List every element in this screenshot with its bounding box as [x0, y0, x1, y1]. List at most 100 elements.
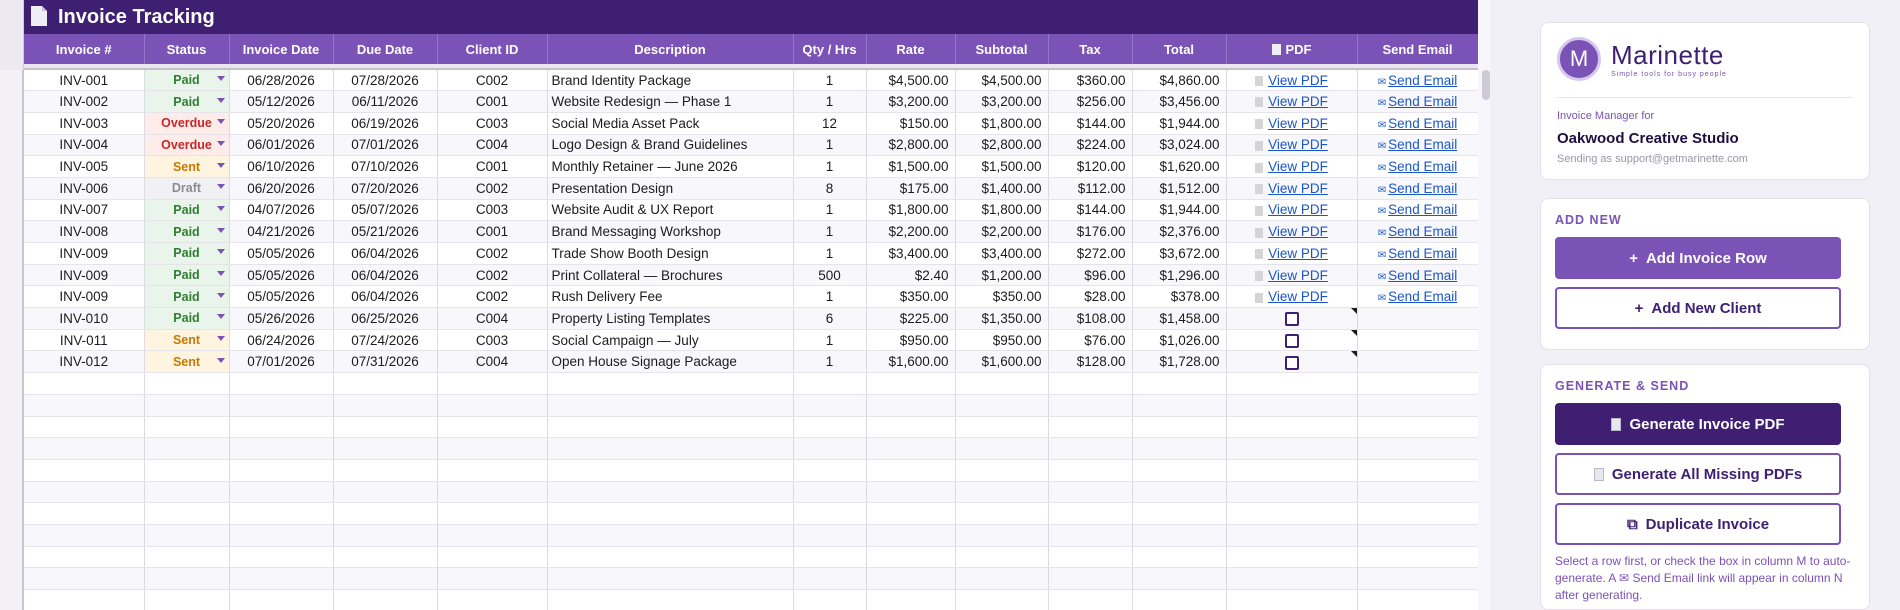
cell-client[interactable]: C004	[437, 307, 548, 330]
empty-cell[interactable]	[144, 372, 230, 395]
column-header[interactable]: PDF	[1226, 34, 1358, 64]
column-header[interactable]: Client ID	[437, 34, 548, 64]
empty-cell[interactable]	[1048, 481, 1133, 504]
empty-cell[interactable]	[866, 589, 956, 610]
empty-cell[interactable]	[955, 502, 1049, 525]
cell-idate[interactable]: 07/01/2026	[229, 350, 334, 374]
cell-tax[interactable]: $256.00	[1048, 90, 1133, 113]
empty-cell[interactable]	[144, 546, 230, 569]
view-pdf-link[interactable]: View PDF	[1268, 181, 1328, 196]
table-row[interactable]: INV-008 Paid 04/21/2026 05/21/2026 C001 Brand…	[24, 220, 1478, 243]
empty-cell[interactable]	[547, 459, 794, 482]
cell-sub[interactable]: $1,400.00	[955, 177, 1049, 200]
empty-cell[interactable]	[1357, 459, 1478, 482]
cell-idate[interactable]: 06/24/2026	[229, 329, 334, 352]
cell-status[interactable]: Overdue	[144, 134, 230, 157]
cell-qty[interactable]: 1	[793, 242, 867, 265]
dropdown-arrow-icon[interactable]	[216, 314, 225, 320]
cell-total[interactable]: $3,672.00	[1132, 242, 1227, 265]
cell-pdf[interactable]: View PDF	[1226, 264, 1358, 287]
empty-cell[interactable]	[793, 589, 867, 610]
empty-cell[interactable]	[1132, 394, 1227, 417]
view-pdf-link[interactable]: View PDF	[1268, 224, 1328, 239]
cell-qty[interactable]: 6	[793, 307, 867, 330]
empty-cell[interactable]	[955, 567, 1049, 590]
empty-cell[interactable]	[333, 567, 438, 590]
cell-client[interactable]: C002	[437, 69, 548, 92]
empty-cell[interactable]	[866, 416, 956, 439]
empty-cell[interactable]	[955, 416, 1049, 439]
cell-desc[interactable]: Social Campaign — July	[547, 329, 794, 352]
cell-qty[interactable]: 1	[793, 329, 867, 352]
dropdown-arrow-icon[interactable]	[216, 119, 225, 125]
cell-send-email[interactable]: ✉ Send Email	[1357, 155, 1478, 178]
cell-total[interactable]: $378.00	[1132, 285, 1227, 309]
cell-qty[interactable]: 1	[793, 155, 867, 178]
cell-idate[interactable]: 06/01/2026	[229, 134, 334, 157]
empty-cell[interactable]	[229, 372, 334, 395]
empty-cell[interactable]	[955, 589, 1049, 610]
empty-cell[interactable]	[1357, 437, 1478, 460]
cell-status[interactable]: Draft	[144, 177, 230, 200]
table-row[interactable]: INV-004 Overdue 06/01/2026 07/01/2026 C004 Lo…	[24, 134, 1478, 157]
empty-cell[interactable]	[24, 437, 145, 460]
cell-desc[interactable]: Website Redesign — Phase 1	[547, 90, 794, 113]
empty-cell[interactable]	[1226, 567, 1358, 590]
cell-inv[interactable]: INV-009	[24, 264, 145, 287]
column-header[interactable]: Due Date	[333, 34, 438, 64]
empty-cell[interactable]	[1048, 546, 1133, 569]
cell-inv[interactable]: INV-010	[24, 307, 145, 330]
empty-cell[interactable]	[1226, 546, 1358, 569]
cell-desc[interactable]: Open House Signage Package	[547, 350, 794, 374]
cell-ddate[interactable]: 06/11/2026	[333, 90, 438, 113]
table-row[interactable]: INV-007 Paid 04/07/2026 05/07/2026 C003 Websi…	[24, 199, 1478, 222]
empty-cell[interactable]	[793, 502, 867, 525]
cell-rate[interactable]: $2.40	[866, 264, 956, 287]
cell-desc[interactable]: Property Listing Templates	[547, 307, 794, 330]
add-invoice-row-button[interactable]: + Add Invoice Row	[1555, 237, 1841, 279]
cell-ddate[interactable]: 07/28/2026	[333, 69, 438, 92]
send-email-link[interactable]: Send Email	[1388, 202, 1457, 217]
cell-pdf[interactable]: View PDF	[1226, 199, 1358, 222]
cell-inv[interactable]: INV-009	[24, 242, 145, 265]
empty-cell[interactable]	[1048, 567, 1133, 590]
cell-inv[interactable]: INV-003	[24, 112, 145, 135]
empty-cell[interactable]	[229, 567, 334, 590]
add-new-client-button[interactable]: + Add New Client	[1555, 287, 1841, 329]
cell-idate[interactable]: 06/28/2026	[229, 69, 334, 92]
empty-cell[interactable]	[333, 481, 438, 504]
empty-cell[interactable]	[333, 416, 438, 439]
duplicate-invoice-button[interactable]: ⧉ Duplicate Invoice	[1555, 503, 1841, 545]
cell-desc[interactable]: Social Media Asset Pack	[547, 112, 794, 135]
send-email-link[interactable]: Send Email	[1388, 159, 1457, 174]
empty-cell[interactable]	[229, 481, 334, 504]
cell-client[interactable]: C002	[437, 177, 548, 200]
empty-cell[interactable]	[437, 394, 548, 417]
empty-cell[interactable]	[333, 437, 438, 460]
empty-cell[interactable]	[547, 589, 794, 610]
status-badge[interactable]: Paid	[149, 95, 225, 109]
cell-rate[interactable]: $4,500.00	[866, 69, 956, 92]
empty-cell[interactable]	[1048, 372, 1133, 395]
cell-inv[interactable]: INV-006	[24, 177, 145, 200]
cell-desc[interactable]: Monthly Retainer — June 2026	[547, 155, 794, 178]
cell-inv[interactable]: INV-011	[24, 329, 145, 352]
status-badge[interactable]: Paid	[149, 246, 225, 260]
empty-cell[interactable]	[24, 416, 145, 439]
empty-cell[interactable]	[333, 546, 438, 569]
empty-cell[interactable]	[793, 546, 867, 569]
view-pdf-link[interactable]: View PDF	[1268, 159, 1328, 174]
cell-total[interactable]: $1,944.00	[1132, 112, 1227, 135]
empty-cell[interactable]	[437, 502, 548, 525]
view-pdf-link[interactable]: View PDF	[1268, 116, 1328, 131]
cell-total[interactable]: $2,376.00	[1132, 220, 1227, 243]
send-email-link[interactable]: Send Email	[1388, 137, 1457, 152]
cell-inv[interactable]: INV-002	[24, 90, 145, 113]
cell-pdf[interactable]: View PDF	[1226, 155, 1358, 178]
empty-cell[interactable]	[1357, 567, 1478, 590]
empty-cell[interactable]	[24, 459, 145, 482]
cell-qty[interactable]: 1	[793, 350, 867, 374]
cell-total[interactable]: $1,026.00	[1132, 329, 1227, 352]
view-pdf-link[interactable]: View PDF	[1268, 73, 1328, 88]
cell-send-email[interactable]: ✉ Send Email	[1357, 177, 1478, 200]
